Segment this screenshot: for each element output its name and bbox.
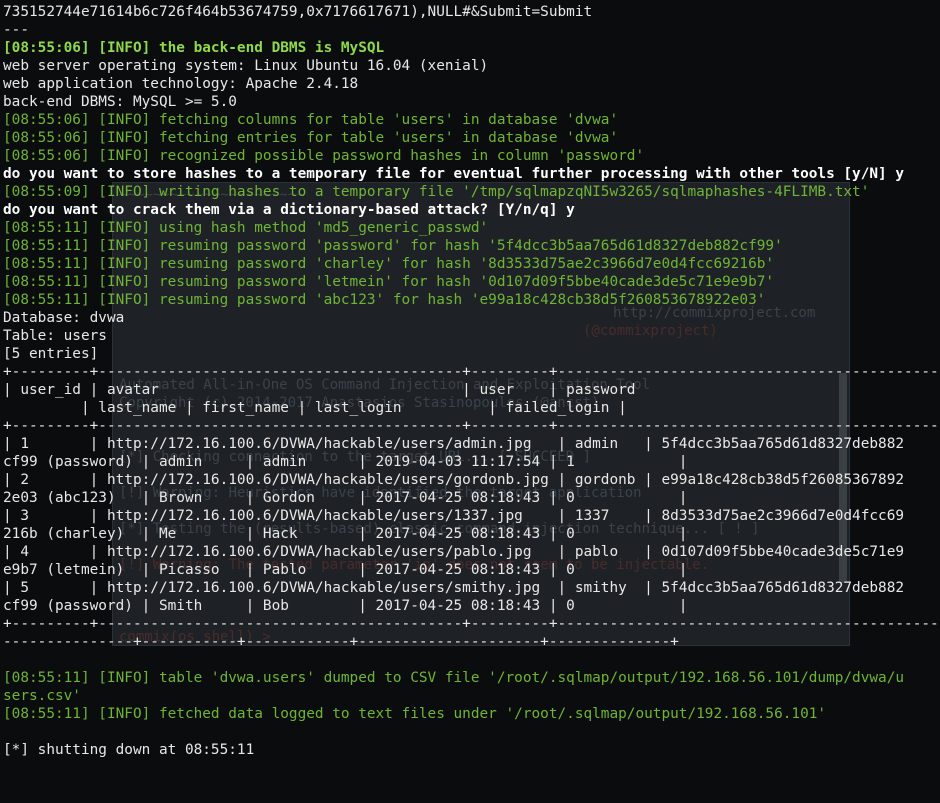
terminal-line: [08:55:11] [INFO] using hash method 'md5…: [3, 220, 489, 236]
terminal-line: +---------+-----------------------------…: [3, 418, 938, 434]
terminal-line: | 5 | http://172.16.100.6/DVWA/hackable/…: [3, 580, 905, 596]
terminal-line: | last_name | first_name | last_login | …: [3, 400, 627, 416]
terminal-line: ---: [3, 22, 29, 38]
terminal-window[interactable]: ~~~~~~~~~~~~~~~~~~~~~~ http://commixproj…: [0, 0, 940, 803]
terminal-line: | 4 | http://172.16.100.6/DVWA/hackable/…: [3, 544, 905, 560]
terminal-line: do you want to store hashes to a tempora…: [3, 166, 905, 182]
terminal-line: | 2 | http://172.16.100.6/DVWA/hackable/…: [3, 472, 905, 488]
terminal-line: [08:55:06] [INFO] fetching columns for t…: [3, 112, 619, 128]
terminal-line: +---------+-----------------------------…: [3, 364, 938, 380]
terminal-line: sers.csv': [3, 688, 81, 704]
terminal-line: [08:55:06] [INFO] fetching entries for t…: [3, 130, 619, 146]
terminal-line: [08:55:11] [INFO] table 'dvwa.users' dum…: [3, 670, 905, 686]
terminal-line: [08:55:11] [INFO] fetched data logged to…: [3, 706, 827, 722]
terminal-line: [08:55:11] [INFO] resuming password 'abc…: [3, 292, 766, 308]
terminal-line: | 3 | http://172.16.100.6/DVWA/hackable/…: [3, 508, 905, 524]
terminal-line: back-end DBMS: MySQL >= 5.0: [3, 94, 237, 110]
terminal-line: e9b7 (letmein) | Picasso | Pablo | 2017-…: [3, 562, 688, 578]
terminal-line: do you want to crack them via a dictiona…: [3, 202, 575, 218]
terminal-line: [08:55:11] [INFO] resuming password 'let…: [3, 274, 775, 290]
terminal-line: cf99 (password) | admin | admin | 2019-0…: [3, 454, 688, 470]
terminal-line: [08:55:06] [INFO] recognized possible pa…: [3, 148, 645, 164]
terminal-line: [*] shutting down at 08:55:11: [3, 742, 255, 758]
terminal-line: Database: dvwa: [3, 310, 125, 326]
terminal-line: Table: users: [3, 328, 107, 344]
terminal-line: 216b (charley) | Me | Hack | 2017-04-25 …: [3, 526, 688, 542]
terminal-line: ---------------+-----------+------------…: [3, 634, 679, 650]
terminal-line: +---------+-----------------------------…: [3, 616, 938, 632]
terminal-line: 2e03 (abc123) | Brown | Gordon | 2017-04…: [3, 490, 688, 506]
terminal-line: [5 entries]: [3, 346, 99, 362]
terminal-line: cf99 (password) | Smith | Bob | 2017-04-…: [3, 598, 688, 614]
terminal-line: | user_id | avatar | user | password |: [3, 382, 636, 398]
terminal-line: web server operating system: Linux Ubunt…: [3, 58, 489, 74]
terminal-line: web application technology: Apache 2.4.1…: [3, 76, 359, 92]
terminal-line: [08:55:11] [INFO] resuming password 'cha…: [3, 256, 775, 272]
terminal-line: [08:55:09] [INFO] writing hashes to a te…: [3, 184, 870, 200]
terminal-line: | 1 | http://172.16.100.6/DVWA/hackable/…: [3, 436, 905, 452]
terminal-output: 735152744e71614b6c726f464b53674759,0x717…: [3, 3, 938, 759]
terminal-line: [08:55:06] [INFO] the back-end DBMS is M…: [3, 40, 385, 56]
terminal-line: 735152744e71614b6c726f464b53674759,0x717…: [3, 4, 593, 20]
terminal-line: [08:55:11] [INFO] resuming password 'pas…: [3, 238, 783, 254]
